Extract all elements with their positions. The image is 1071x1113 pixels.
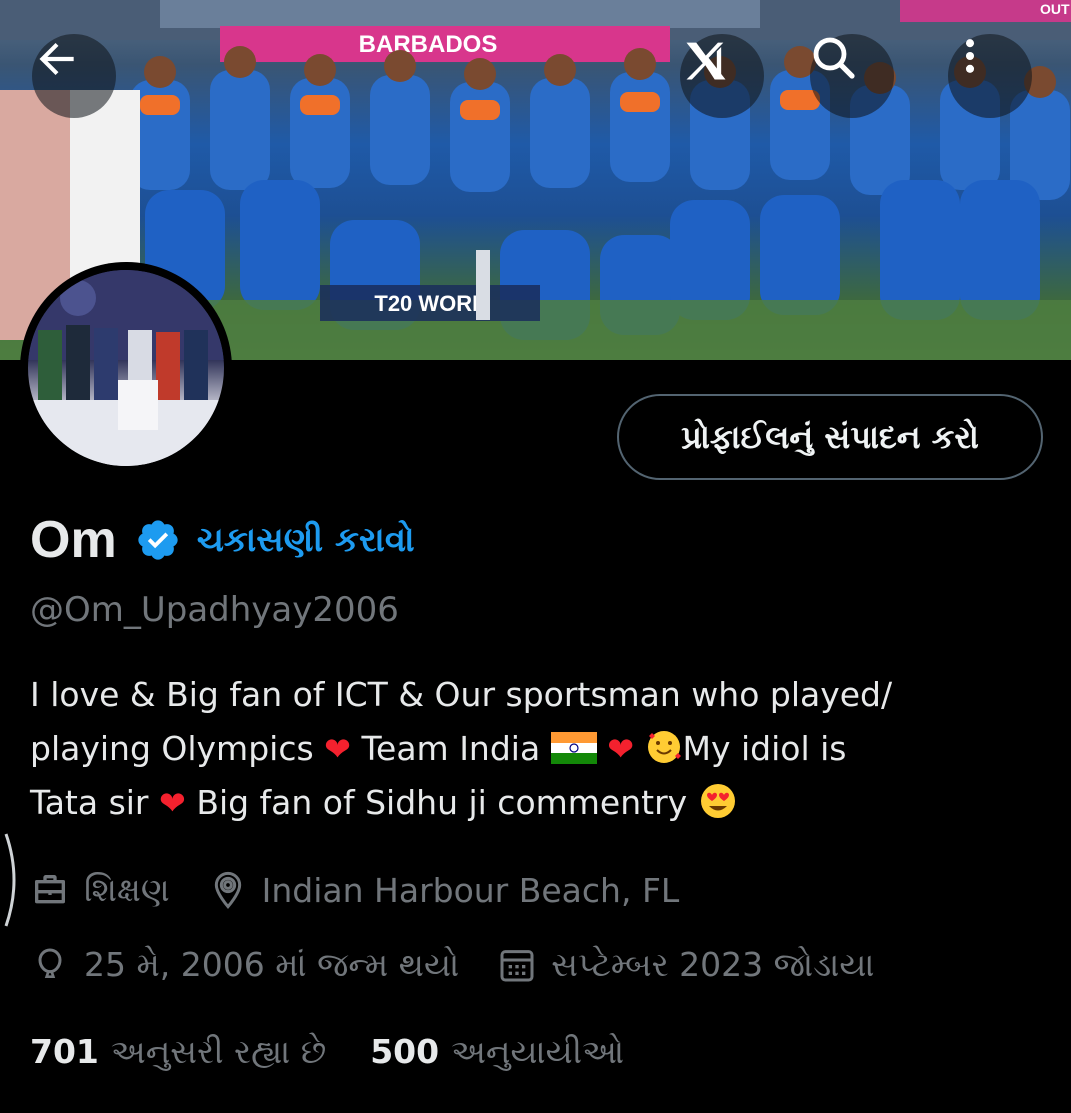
get-verified-link[interactable]: ચકાસણી કરાવો [197,520,415,560]
username-handle: @Om_Upadhyay2006 [30,590,399,630]
more-options-button[interactable] [948,34,1032,118]
grok-button[interactable] [680,34,764,118]
bio-text-team-india: Team India [361,729,541,768]
name-row: Om ચકાસણી કરાવો [30,505,415,575]
more-vertical-icon [965,39,975,73]
followers-label: અનુયાયીઓ [451,1032,625,1071]
following-label: અનુસરી રહ્યા છે [110,1032,327,1071]
location-text: Indian Harbour Beach, FL [261,870,680,910]
profile-avatar[interactable] [20,262,232,474]
smiling-face-hearts-emoji-icon [647,731,681,763]
location-pin-icon [214,871,241,909]
bio-line-3: Tata sir ❤ Big fan of Sidhu ji commentry [30,776,1040,830]
profile-meta-row-2: 25 મે, 2006 માં જન્મ થયો સપ્ટેમ્બર 2023 … [30,945,874,985]
profile-page: BARBADOS OUT T20 WORL પ્રોફાઈલનું સંપાદન… [0,0,1071,1113]
bio-text-olympics: playing Olympics [30,729,314,768]
profile-meta-row-1: શિક્ષણ Indian Harbour Beach, FL [30,870,679,910]
arrow-left-icon [39,42,74,76]
bio-line-1: I love & Big fan of ICT & Our sportsman … [30,675,893,714]
display-name: Om [30,511,117,569]
red-heart-emoji-icon: ❤ [607,730,634,768]
banner-sign-barbados: BARBADOS [359,31,498,58]
follow-stats: 701 અનુસરી રહ્યા છે 500 અનુયાયીઓ [30,1032,624,1072]
search-icon [813,37,855,79]
birthday-text: 25 મે, 2006 માં જન્મ થયો [84,945,460,984]
profession-text: શિક્ષણ [84,870,170,909]
bio-text-idol: My idiol is [682,729,847,768]
balloon-icon [38,948,62,978]
edge-swipe-indicator [4,833,16,927]
following-link[interactable]: 701 અનુસરી રહ્યા છે [30,1032,326,1072]
banner-sign-out: OUT [1040,1,1070,17]
india-flag-icon [550,732,597,764]
heart-eyes-emoji-icon [700,784,735,818]
bio-text-tata: Tata sir [30,783,149,822]
grok-icon [686,42,726,80]
red-heart-emoji-icon: ❤ [159,784,186,822]
followers-link[interactable]: 500 અનુયાયીઓ [370,1032,624,1072]
search-button[interactable] [810,34,894,118]
calendar-icon [500,950,534,982]
red-heart-emoji-icon: ❤ [324,730,351,768]
briefcase-icon [35,875,65,904]
verified-badge-icon[interactable] [135,517,181,563]
following-count: 701 [30,1032,99,1071]
profile-bio: I love & Big fan of ICT & Our sportsman … [30,668,1040,830]
bio-text-sidhu: Big fan of Sidhu ji commentry [196,783,688,822]
back-button[interactable] [32,34,116,118]
joined-date-text: સપ્ટેમ્બર 2023 જોડાયા [551,945,875,984]
followers-count: 500 [370,1032,440,1071]
banner-sign-t20: T20 WORL [374,291,485,316]
bio-line-2: playing Olympics ❤ Team India ❤ My idiol… [30,722,1040,776]
avatar-image [28,270,224,466]
edit-profile-button[interactable]: પ્રોફાઈલનું સંપાદન કરો [617,394,1043,480]
